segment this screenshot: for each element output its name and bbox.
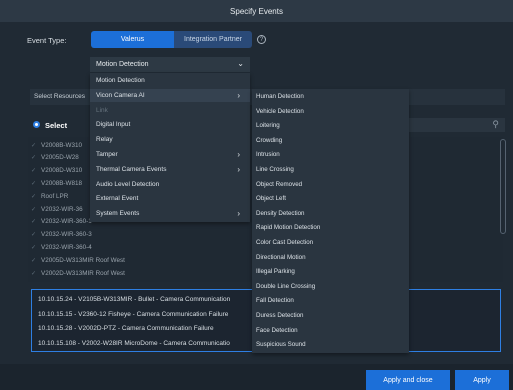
check-icon: ✓ [31,193,37,200]
camera-list-item[interactable]: ✓ V2032-WIR-360-1 [28,216,92,228]
event-select-value: Motion Detection [96,61,149,68]
camera-list-item[interactable]: ✓ V2032-WIR-36 [28,203,83,215]
event-type-menu: Motion Detection Vicon Camera AI › Link Digi… [90,73,250,222]
check-icon: ✓ [31,206,37,213]
check-icon: ✓ [31,244,37,251]
submenu-item[interactable]: Intrusion [252,148,409,161]
check-icon: ✓ [31,219,37,226]
camera-name: V2005D-W28 [41,154,79,162]
camera-name: V2008B-W818 [41,179,82,187]
menu-item-label: Audio Level Detection [96,180,160,188]
submenu-item[interactable]: Object Left [252,192,409,205]
check-icon: ✓ [31,142,37,149]
submenu-item[interactable]: Color Cast Detection [252,236,409,249]
menu-item-label: System Events [96,210,140,218]
menu-item-label: Relay [96,136,113,144]
submenu-item[interactable]: Illegal Parking [252,265,409,278]
menu-item-label: Motion Detection [96,77,145,84]
chevron-right-icon: › [237,164,240,174]
submenu-item[interactable]: Rapid Motion Detection [252,221,409,234]
vicon-ai-submenu: Human Detection Vehicle Detection Loiterin… [252,89,409,353]
camera-list-item[interactable]: ✓ V2008D-W310 [28,165,82,177]
menu-item-label: Vicon Camera AI [96,91,145,99]
check-icon: ✓ [31,155,37,162]
menu-item[interactable]: Vicon Camera AI › [90,88,250,102]
check-icon: ✓ [31,180,37,187]
chevron-right-icon: › [237,90,240,100]
event-type-valerus[interactable]: Valerus [91,31,174,48]
event-type-label: Event Type: [27,36,67,45]
submenu-item[interactable]: Directional Motion [252,251,409,264]
submenu-item[interactable]: Object Removed [252,178,409,191]
radio-select-selected[interactable] [33,121,40,128]
camera-list-item[interactable]: ✓ V2032-WIR-360-3 [28,229,92,241]
camera-name: V2032-WIR-360-4 [41,243,92,251]
camera-name: V2032-WIR-36 [41,205,83,213]
menu-item-label: Thermal Camera Events [96,165,167,173]
menu-item[interactable]: Link [90,104,250,117]
menu-item[interactable]: Tamper › [90,148,250,161]
window-title: Specify Events [0,0,513,22]
submenu-item[interactable]: Vehicle Detection [252,105,409,118]
check-icon: ✓ [31,270,37,277]
camera-name: V2002D-W313MIR Roof West [41,269,125,277]
camera-name: V2032-WIR-360-3 [41,231,92,239]
chevron-right-icon: › [237,209,240,219]
camera-name: V2008D-W310 [41,167,83,175]
submenu-item[interactable]: Double Line Crossing [252,280,409,293]
camera-list-scrollbar[interactable] [500,137,506,282]
menu-item[interactable]: Relay [90,133,250,146]
check-icon: ✓ [31,232,37,239]
camera-list-item[interactable]: ✓ V2002D-W313MIR Roof West [28,267,125,279]
menu-item-label: Link [96,106,108,114]
submenu-item[interactable]: Suspicious Sound [252,338,409,351]
radio-select-label: Select [45,121,68,130]
camera-list-item[interactable]: ✓ Roof LPR [28,190,68,202]
camera-list-item[interactable]: ✓ V2008B-W818 [28,177,82,189]
selected-event-item[interactable]: 10.10.15.108 - V2002-W28IR MicroDome - C… [38,340,230,347]
chevron-down-icon: ⌄ [237,59,244,68]
menu-item[interactable]: Thermal Camera Events › [90,163,250,176]
submenu-item[interactable]: Density Detection [252,207,409,220]
menu-item[interactable]: External Event [90,192,250,205]
selected-event-item[interactable]: 10.10.15.15 - V2360-12 Fisheye - Camera … [38,311,228,318]
event-type-integration-partner[interactable]: Integration Partner [174,31,252,48]
submenu-item[interactable]: Duress Detection [252,309,409,322]
selected-event-item[interactable]: 10.10.15.24 - V2105B-W313MIR - Bullet - … [38,296,230,303]
camera-list-item[interactable]: ✓ V2005D-W313MIR Roof West [28,254,125,266]
camera-name: V2005D-W313MIR Roof West [41,256,125,264]
selected-event-item[interactable]: 10.10.15.28 - V2002D-PTZ - Camera Commun… [38,325,214,332]
menu-item[interactable]: Digital Input [90,118,250,131]
camera-name: V2032-WIR-360-1 [41,218,92,226]
submenu-item[interactable]: Face Detection [252,324,409,337]
submenu-item[interactable]: Fall Detection [252,294,409,307]
menu-item-label: External Event [96,195,139,203]
menu-item-label: Digital Input [96,121,131,129]
chevron-right-icon: › [237,150,240,159]
check-icon: ✓ [31,168,37,175]
camera-list-item[interactable]: ✓ V2032-WIR-360-4 [28,241,92,253]
menu-item[interactable]: Audio Level Detection [90,178,250,191]
scrollbar-thumb[interactable] [500,139,506,234]
search-icon[interactable]: ⚲ [492,119,499,130]
check-icon: ✓ [31,257,37,264]
menu-item-label: Tamper [96,151,118,158]
camera-name: Roof LPR [41,192,69,200]
submenu-item[interactable]: Human Detection [252,90,409,103]
select-resources-label: Select Resources [34,93,85,100]
event-select-dropdown[interactable]: Motion Detection ⌄ [90,57,250,72]
menu-item[interactable]: Motion Detection [90,74,250,87]
menu-item[interactable]: System Events › [90,207,250,220]
camera-name: V2008B-W310 [41,141,82,149]
apply-button[interactable]: Apply [455,370,509,390]
help-circle-icon[interactable]: ? [257,35,266,44]
camera-list-item[interactable]: ✓ V2005D-W28 [28,152,79,164]
apply-and-close-button[interactable]: Apply and close [366,370,450,390]
submenu-item[interactable]: Loitering [252,119,409,132]
camera-list-item[interactable]: ✓ V2008B-W310 [28,139,82,151]
submenu-item[interactable]: Crowding [252,134,409,147]
submenu-item[interactable]: Line Crossing [252,163,409,176]
